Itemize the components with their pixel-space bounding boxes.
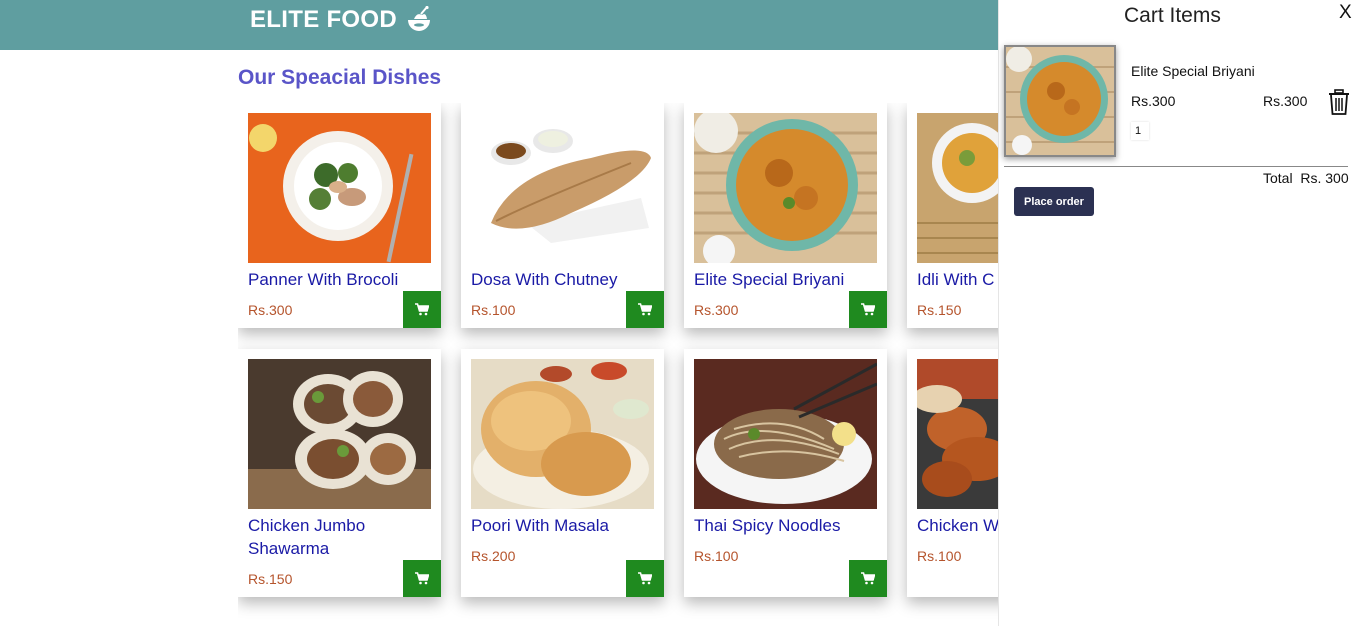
dish-image (471, 113, 654, 263)
dish-image (694, 359, 877, 509)
dish-price: Rs.100 (471, 302, 516, 318)
dish-image (917, 359, 998, 509)
cart-icon (415, 572, 429, 585)
cart-item-price: Rs.300 (1131, 93, 1176, 109)
add-to-cart-button[interactable] (403, 560, 441, 597)
cart-total: Total Rs. 300 (1263, 170, 1349, 186)
dish-card: Elite Special Briyani Rs.300 (684, 103, 887, 328)
add-to-cart-button[interactable] (626, 560, 664, 597)
add-to-cart-button[interactable] (626, 291, 664, 328)
cart-item-subtotal: Rs.300 (1263, 93, 1308, 109)
add-to-cart-button[interactable] (849, 291, 887, 328)
total-value: Rs. 300 (1300, 170, 1349, 186)
dish-name[interactable]: Thai Spicy Noodles (694, 514, 879, 537)
dish-price: Rs.300 (248, 302, 293, 318)
dish-card: Chicken Jumbo Shawarma Rs.150 (238, 349, 441, 597)
dish-card: Idli With C Rs.150 (907, 103, 998, 328)
dish-name[interactable]: Idli With C (917, 268, 998, 291)
dish-image (694, 113, 877, 263)
dish-name[interactable]: Chicken W (917, 514, 998, 537)
dish-card: Dosa With Chutney Rs.100 (461, 103, 664, 328)
brand-name: ELITE FOOD (250, 6, 397, 33)
total-label: Total (1263, 170, 1293, 186)
trash-icon[interactable] (1328, 89, 1350, 115)
cart-icon (861, 303, 875, 316)
cart-divider (1004, 166, 1348, 167)
dish-price: Rs.200 (471, 548, 516, 564)
top-navbar: ELITE FOOD (0, 0, 1000, 50)
dish-name[interactable]: Poori With Masala (471, 514, 656, 537)
close-cart-button[interactable]: X (1339, 2, 1352, 24)
cart-title: Cart Items (1124, 4, 1221, 27)
dish-grid: Panner With Brocoli Rs.300 Dosa With Chu… (238, 103, 998, 626)
dish-name[interactable]: Dosa With Chutney (471, 268, 656, 291)
section-title: Our Speacial Dishes (238, 66, 442, 89)
dish-price: Rs.150 (917, 302, 962, 318)
quantity-input[interactable] (1131, 122, 1149, 140)
dish-image (248, 113, 431, 263)
cart-icon (861, 572, 875, 585)
dish-price: Rs.100 (694, 548, 739, 564)
add-to-cart-button[interactable] (849, 560, 887, 597)
dish-price: Rs.300 (694, 302, 739, 318)
dish-image (471, 359, 654, 509)
cart-icon (415, 303, 429, 316)
dish-image (248, 359, 431, 509)
cart-icon (638, 303, 652, 316)
dish-name[interactable]: Panner With Brocoli (248, 268, 433, 291)
dish-card: Poori With Masala Rs.200 (461, 349, 664, 597)
dish-name[interactable]: Chicken Jumbo Shawarma (248, 514, 433, 560)
food-bowl-icon (408, 6, 430, 31)
cart-item-name: Elite Special Briyani (1131, 63, 1255, 79)
dish-card: Chicken W Rs.100 (907, 349, 998, 597)
dish-card: Thai Spicy Noodles Rs.100 (684, 349, 887, 597)
dish-price: Rs.150 (248, 571, 293, 587)
cart-panel: Cart Items X Elite Special Briyani Rs.30… (998, 0, 1352, 626)
brand-logo[interactable]: ELITE FOOD (250, 6, 433, 34)
dish-name[interactable]: Elite Special Briyani (694, 268, 879, 291)
place-order-button[interactable]: Place order (1014, 187, 1094, 216)
cart-icon (638, 572, 652, 585)
add-to-cart-button[interactable] (403, 291, 441, 328)
dish-image (917, 113, 998, 263)
dish-price: Rs.100 (917, 548, 962, 564)
cart-item-image (1004, 45, 1116, 157)
dish-card: Panner With Brocoli Rs.300 (238, 103, 441, 328)
